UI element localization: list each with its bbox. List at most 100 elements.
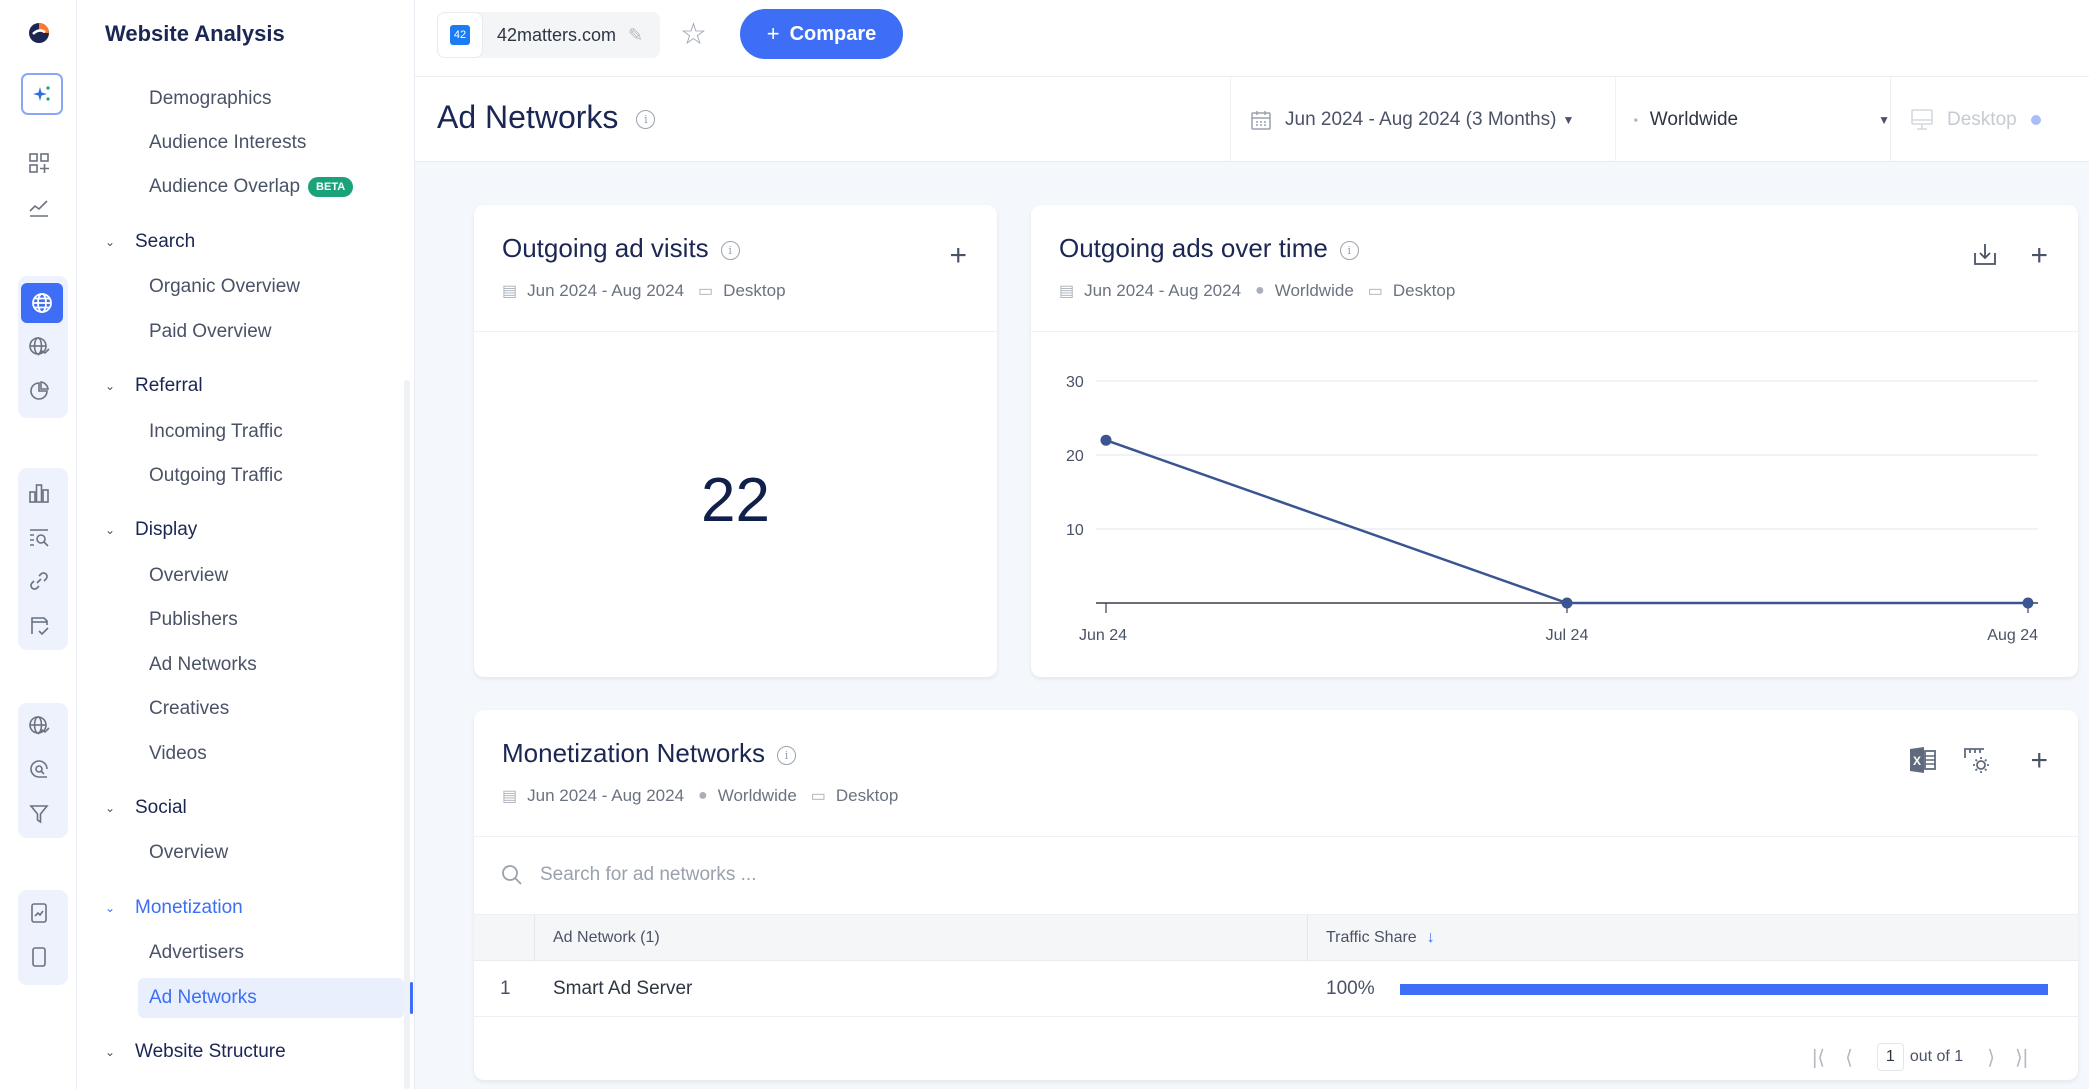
meta-device: Desktop [835, 786, 899, 805]
next-page-icon[interactable]: ⟩ [1987, 1045, 1995, 1070]
date-range-filter[interactable]: Jun 2024 - Aug 2024 (3 Months) ▼ [1230, 77, 1615, 162]
sidebar-item-paid-overview[interactable]: Paid Overview [149, 312, 272, 352]
keyword-search-icon[interactable] [26, 524, 52, 550]
bar-chart-icon[interactable] [26, 480, 52, 506]
sidebar-item-ad-networks-active[interactable]: Ad Networks [138, 978, 413, 1018]
info-icon[interactable]: i [720, 241, 740, 260]
prev-page-icon[interactable]: ⟨ [1845, 1045, 1853, 1070]
monetization-networks-card: Monetization Networks i ▤ Jun 2024 - Aug 2… [474, 710, 2078, 1080]
sidebar-item-creatives[interactable]: Creatives [149, 689, 229, 729]
info-icon[interactable]: i [636, 110, 656, 129]
traffic-share-column-header[interactable]: Traffic Share ↓ [1308, 915, 1435, 961]
report-icon[interactable] [26, 900, 52, 926]
download-icon[interactable] [1972, 241, 1998, 275]
sidebar-item-display-overview[interactable]: Overview [149, 556, 228, 596]
add-to-dashboard-button[interactable]: + [2030, 241, 2048, 271]
column-label: Traffic Share [1326, 929, 1417, 946]
desktop-icon: ▭ [698, 283, 714, 300]
globe-icon-active[interactable] [21, 283, 63, 323]
date-range-value: Jun 2024 - Aug 2024 (3 Months) [1285, 108, 1557, 130]
favicon-text: 42 [450, 25, 470, 45]
calendar-icon: ▤ [502, 283, 518, 300]
y-tick-label: 20 [1066, 448, 1084, 465]
sidebar-nav: Website Analysis Demographics Audience I… [77, 0, 415, 1089]
sidebar-section-referral[interactable]: ⌄ Referral [105, 366, 203, 406]
sidebar-item-outgoing-traffic[interactable]: Outgoing Traffic [149, 456, 283, 496]
top-bar: 42 42matters.com ✎ ☆ + Compare [415, 0, 2089, 77]
meta-geo: Worldwide [717, 786, 797, 805]
sidebar-item-display-ad-networks[interactable]: Ad Networks [149, 645, 257, 685]
search-input[interactable] [540, 864, 1140, 886]
divider [474, 331, 997, 332]
sidebar-item-organic-overview[interactable]: Organic Overview [149, 267, 300, 307]
sidebar-section-social[interactable]: ⌄ Social [105, 788, 187, 828]
ai-assistant-button[interactable] [21, 73, 63, 115]
sort-descending-icon[interactable]: ↓ [1427, 929, 1435, 946]
dashboard-add-icon[interactable] [26, 150, 52, 176]
sidebar-item-publishers[interactable]: Publishers [149, 600, 238, 640]
brand-logo-icon[interactable] [28, 22, 50, 44]
table-settings-icon[interactable] [1962, 746, 1992, 782]
traffic-share-bar-fill [1400, 984, 2048, 995]
sidebar-item-audience-overlap[interactable]: Audience Overlap BETA [149, 167, 354, 207]
card-title: Outgoing ad visits i [502, 233, 740, 264]
meta-date: Jun 2024 - Aug 2024 [527, 281, 685, 300]
add-to-dashboard-button[interactable]: + [949, 241, 967, 271]
line-chart: 10 20 30 Jun 24 Jul 24 Aug 24 [1066, 374, 2038, 644]
checklist-icon[interactable] [26, 612, 52, 638]
sidebar-item-advertisers[interactable]: Advertisers [149, 933, 244, 973]
globe-trend-icon[interactable] [26, 334, 52, 360]
trend-icon[interactable] [26, 194, 52, 220]
meta-date: Jun 2024 - Aug 2024 [1084, 281, 1242, 300]
mobile-icon[interactable] [26, 944, 52, 970]
globe-icon: ● [698, 787, 708, 804]
sidebar-item-demographics[interactable]: Demographics [149, 79, 272, 119]
link-icon[interactable] [26, 568, 52, 594]
sidebar-section-website-structure[interactable]: ⌄ Website Structure [105, 1032, 286, 1072]
page-number-input[interactable]: 1 [1876, 1043, 1904, 1071]
x-tick-label: Jul 24 [1546, 627, 1589, 644]
excel-export-icon[interactable]: X [1908, 746, 1938, 780]
funnel-icon[interactable] [26, 800, 52, 826]
chevron-down-icon: ⌄ [105, 235, 116, 249]
favorite-star-icon[interactable]: ☆ [680, 17, 707, 52]
chevron-down-icon: ⌄ [105, 801, 116, 815]
series-line [1105, 439, 2028, 605]
pie-chart-icon[interactable] [26, 378, 52, 404]
desktop-icon [1911, 108, 1933, 130]
rank-column-header [474, 915, 535, 961]
edit-pencil-icon[interactable]: ✎ [628, 25, 643, 46]
info-icon[interactable]: i [777, 746, 796, 765]
beta-badge: BETA [308, 177, 354, 197]
row-ad-network[interactable]: Smart Ad Server [553, 961, 692, 1017]
card-meta: ▤ Jun 2024 - Aug 2024 ● Worldwide ▭ Desktop [1059, 281, 1469, 301]
sidebar-item-videos[interactable]: Videos [149, 734, 207, 774]
sidebar-item-audience-interests[interactable]: Audience Interests [149, 123, 306, 163]
site-favicon: 42 [437, 12, 483, 58]
device-filter[interactable]: Desktop [1890, 77, 2089, 162]
search-at-icon[interactable] [26, 757, 52, 783]
country-filter[interactable]: Worldwide ▼ [1615, 77, 1890, 162]
caret-down-icon: ▼ [1562, 112, 1575, 127]
first-page-icon[interactable]: |⟨ [1812, 1045, 1825, 1070]
site-selector[interactable]: 42 42matters.com ✎ [437, 12, 660, 58]
info-icon[interactable]: i [1339, 241, 1359, 260]
table-row[interactable]: 1 Smart Ad Server 100% [474, 961, 2078, 1017]
last-page-icon[interactable]: ⟩| [2015, 1045, 2028, 1070]
card-title: Outgoing ads over time i [1059, 233, 1359, 264]
sidebar-scrollbar[interactable] [404, 380, 410, 1089]
ad-network-column-header[interactable]: Ad Network (1) [535, 915, 1308, 961]
add-to-dashboard-button[interactable]: + [2030, 746, 2048, 776]
sidebar-item-social-overview[interactable]: Overview [149, 833, 228, 873]
compare-button[interactable]: + Compare [740, 9, 903, 59]
sidebar-item-incoming-traffic[interactable]: Incoming Traffic [149, 412, 283, 452]
ai-sparkle-icon [33, 86, 50, 101]
sidebar-section-search[interactable]: ⌄ Search [105, 222, 195, 262]
page-title: Ad Networks i [437, 99, 656, 136]
calendar-icon [1251, 110, 1271, 130]
sidebar-section-monetization[interactable]: ⌄ Monetization [105, 888, 243, 928]
sidebar-section-display[interactable]: ⌄ Display [105, 510, 197, 550]
globe-trend-icon-2[interactable] [26, 713, 52, 739]
meta-date: Jun 2024 - Aug 2024 [527, 786, 685, 805]
section-label: Monetization [135, 897, 243, 918]
